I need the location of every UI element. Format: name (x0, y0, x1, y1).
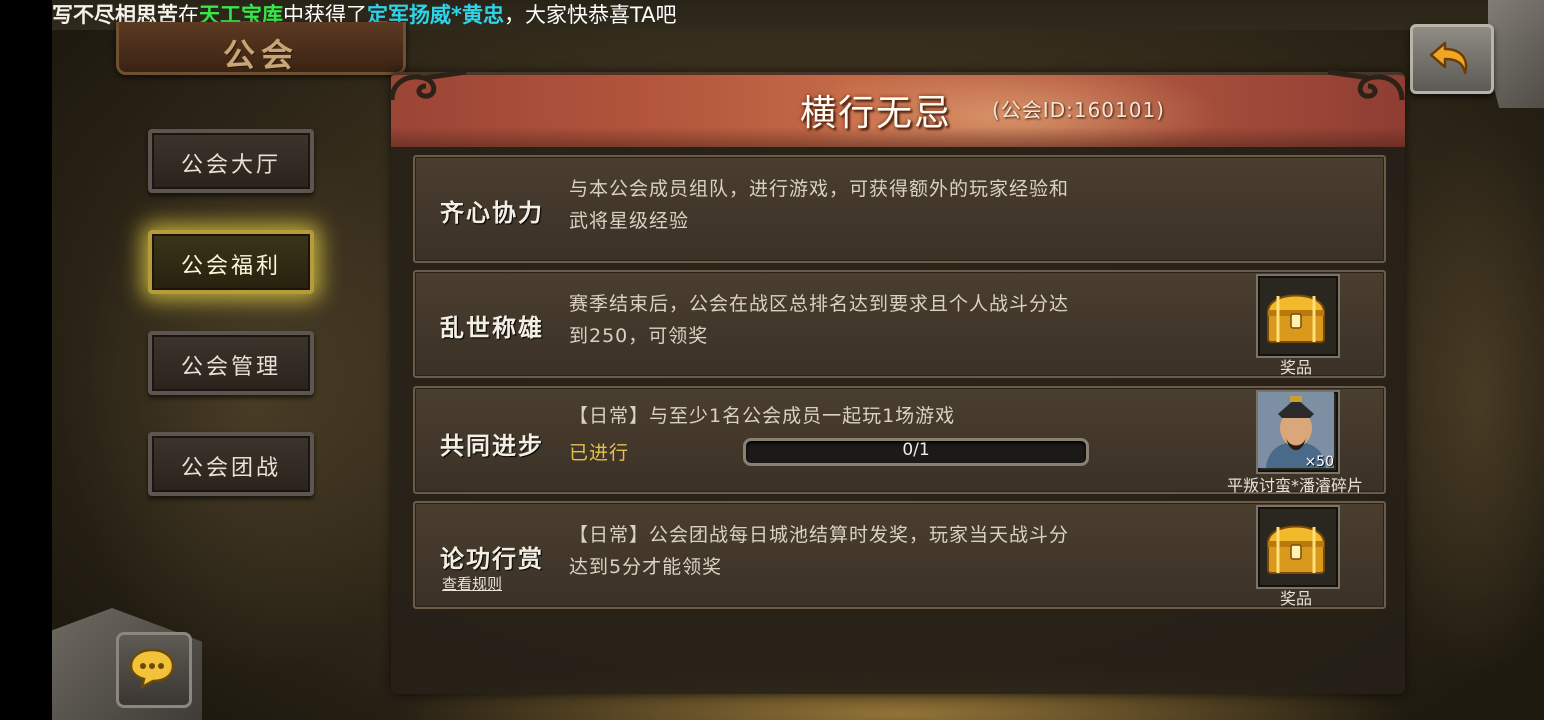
progress-text: 0/1 (902, 440, 930, 460)
welfare-row-progress-together: 共同进步 【日常】与至少1名公会成员一起玩1场游戏 已进行 0/1 ×50 平叛… (413, 386, 1386, 495)
view-rules-link[interactable]: 查看规则 (433, 573, 511, 594)
screen-edge-left (0, 0, 52, 720)
welfare-row-title: 齐心协力 (440, 198, 544, 227)
guild-id: (公会ID:160101) (992, 98, 1165, 122)
treasure-chest-icon (1266, 525, 1326, 574)
welfare-row-description: 与本公会成员组队，进行游戏，可获得额外的玩家经验和 武将星级经验 (569, 173, 1229, 237)
reward-caption: 奖品 (1279, 589, 1312, 608)
marquee-text: ，大家快恭喜TA吧 (503, 3, 677, 27)
description-line: 武将星级经验 (569, 210, 690, 232)
welfare-row-title: 共同进步 (440, 431, 544, 460)
task-progress-bar: 0/1 (743, 438, 1089, 466)
guild-name: 横行无忌 (800, 93, 953, 134)
description-line: 达到5分才能领奖 (569, 556, 723, 578)
corner-ornament (1488, 0, 1544, 108)
welfare-row-merit-reward: 论功行赏 查看规则 【日常】公会团战每日城池结算时发奖，玩家当天战斗分 达到5分… (413, 501, 1386, 609)
description-line: 与本公会成员组队，进行游戏，可获得额外的玩家经验和 (569, 178, 1070, 200)
sidebar-item-label: 公会大厅 (180, 153, 281, 178)
reward-slot[interactable] (1256, 274, 1340, 358)
sidebar-item-guild-battle[interactable]: 公会团战 (148, 432, 314, 496)
scroll-ornament-icon (1327, 69, 1405, 101)
welfare-row-description: 赛季结束后，公会在战区总排名达到要求且个人战斗分达 到250，可领奖 (569, 288, 1229, 352)
sidebar-item-guild-hall[interactable]: 公会大厅 (148, 129, 314, 193)
chat-button[interactable] (116, 632, 192, 708)
reward-count: ×50 (1304, 454, 1334, 470)
back-button[interactable] (1410, 24, 1494, 94)
background-haze (60, 120, 440, 680)
chat-bubble-icon (129, 648, 175, 689)
sidebar-item-guild-management[interactable]: 公会管理 (148, 331, 314, 395)
welfare-row-description: 【日常】与至少1名公会成员一起玩1场游戏 (569, 405, 956, 427)
description-line: 赛季结束后，公会在战区总排名达到要求且个人战斗分达 (569, 293, 1070, 315)
sidebar-item-label: 公会管理 (180, 355, 281, 380)
reward-caption: 平叛讨蛮*潘濬碎片 (1226, 476, 1363, 495)
welfare-row-title: 乱世称雄 (440, 313, 544, 342)
welfare-row-teamwork: 齐心协力 与本公会成员组队，进行游戏，可获得额外的玩家经验和 武将星级经验 (413, 155, 1386, 263)
welfare-row-season-ranking: 乱世称雄 赛季结束后，公会在战区总排名达到要求且个人战斗分达 到250，可领奖 … (413, 270, 1386, 378)
reward-slot[interactable] (1256, 505, 1340, 589)
treasure-chest-icon (1266, 294, 1326, 343)
description-line: 到250，可领奖 (569, 325, 709, 347)
sidebar-item-guild-welfare[interactable]: 公会福利 (148, 230, 314, 294)
guild-title-plaque: 公会 (116, 22, 406, 75)
description-line: 【日常】公会团战每日城池结算时发奖，玩家当天战斗分 (569, 524, 1070, 546)
reward-slot[interactable]: ×50 (1256, 390, 1340, 474)
guild-plaque-title: 公会 (222, 36, 299, 74)
game-screen: 写不尽相思苦在天工宝库中获得了定军扬威*黄忠，大家快恭喜TA吧 公会 公会大厅 … (0, 0, 1544, 720)
reward-caption: 奖品 (1279, 358, 1312, 377)
sidebar-item-label: 公会团战 (180, 456, 281, 481)
sidebar-item-label: 公会福利 (180, 254, 281, 279)
scroll-ornament-icon (389, 69, 467, 101)
task-status-label: 已进行 (569, 442, 630, 464)
back-arrow-icon (1429, 41, 1468, 75)
welfare-row-title: 论功行赏 (440, 544, 544, 573)
welfare-row-description: 【日常】公会团战每日城池结算时发奖，玩家当天战斗分 达到5分才能领奖 (569, 519, 1229, 583)
